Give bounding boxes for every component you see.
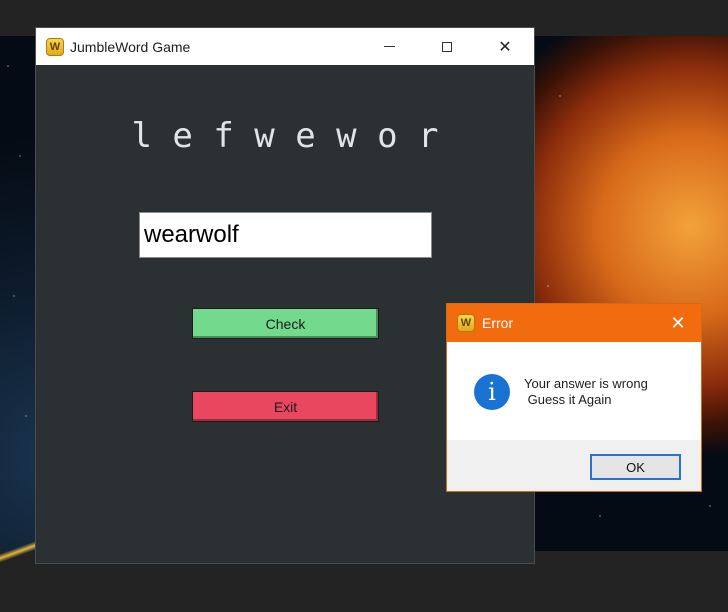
jumbled-word: l e f w e w o r [131, 116, 439, 156]
window-controls: ✕ [360, 28, 534, 65]
close-icon: ✕ [498, 38, 512, 56]
error-message: Your answer is wrong Guess it Again [524, 376, 648, 407]
info-icon: i [474, 374, 510, 410]
dialog-title: Error [482, 315, 514, 331]
close-icon: ✕ [670, 312, 686, 333]
dialog-titlebar[interactable]: W Error ✕ [447, 304, 701, 342]
minimize-button[interactable] [360, 28, 418, 65]
error-dialog: W Error ✕ i Your answer is wrong Guess i… [446, 303, 702, 492]
maximize-icon [442, 41, 452, 52]
exit-button[interactable]: Exit [192, 391, 379, 422]
ok-button[interactable]: OK [590, 454, 681, 480]
window-title: JumbleWord Game [70, 38, 191, 55]
app-icon: W [46, 37, 64, 56]
window-titlebar[interactable]: W JumbleWord Game ✕ [36, 28, 534, 65]
minimize-icon [383, 46, 395, 47]
dialog-body: i Your answer is wrong Guess it Again [447, 342, 701, 440]
answer-input[interactable] [139, 212, 432, 258]
check-button[interactable]: Check [192, 308, 379, 339]
maximize-button[interactable] [418, 28, 476, 65]
dialog-close-button[interactable]: ✕ [655, 304, 701, 342]
close-button[interactable]: ✕ [476, 28, 534, 65]
dialog-app-icon: W [457, 314, 475, 332]
wallpaper-streak [0, 536, 40, 566]
